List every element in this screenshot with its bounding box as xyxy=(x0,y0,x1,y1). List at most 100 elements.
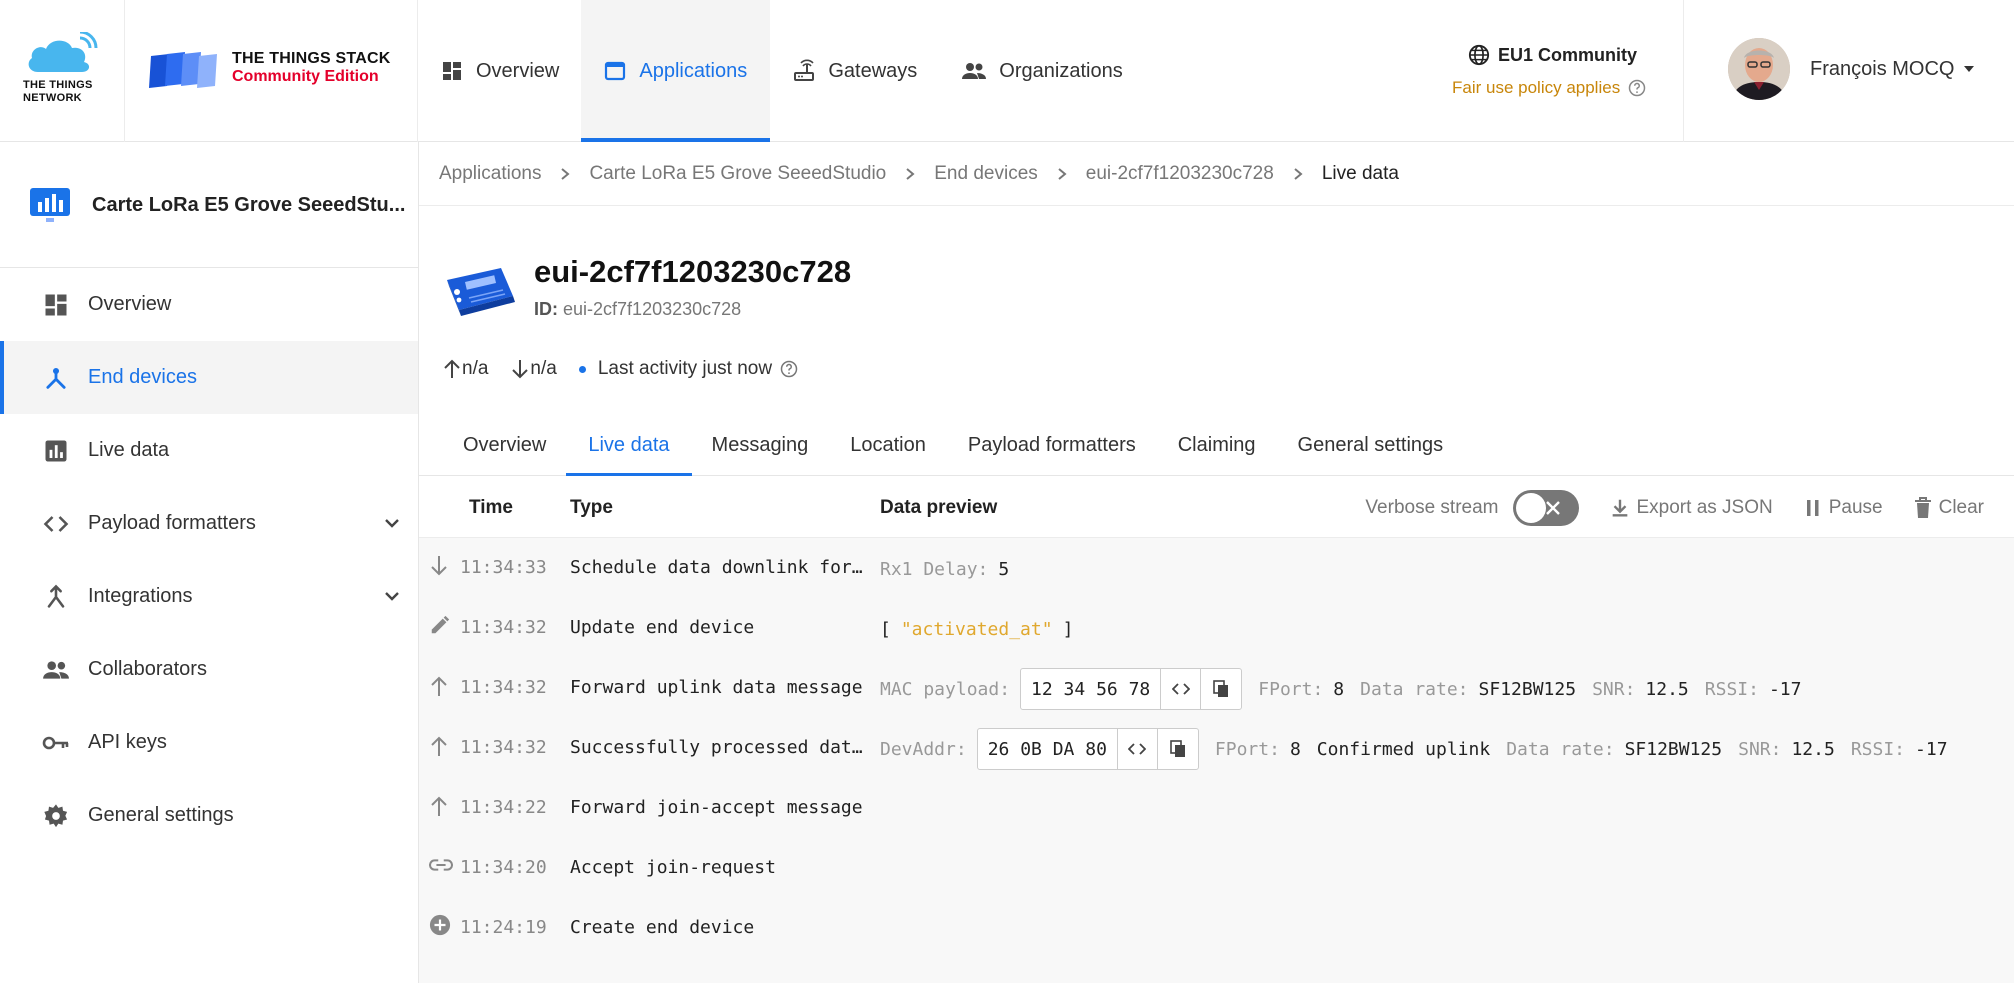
chevron-right-icon xyxy=(1292,167,1304,181)
event-preview: MAC payload: 12 34 56 78 FPort: 8 Data r… xyxy=(880,668,1817,710)
nav-gateways-label: Gateways xyxy=(828,59,918,82)
confirmed-uplink-label: Confirmed uplink xyxy=(1316,738,1491,760)
sidebar-item-live-data[interactable]: Live data xyxy=(0,414,418,487)
toggle-format-button[interactable] xyxy=(1161,669,1202,709)
live-data-controls: Verbose stream Export as JSON Pause Clea… xyxy=(1335,490,1984,526)
event-row[interactable]: 11:34:32 Forward uplink data message MAC… xyxy=(419,658,2014,718)
close-icon xyxy=(1545,501,1560,515)
arrow-down-icon xyxy=(431,556,447,576)
nav-overview[interactable]: Overview xyxy=(418,0,581,142)
tab-overview[interactable]: Overview xyxy=(463,414,546,476)
clear-button[interactable]: Clear xyxy=(1913,496,1984,520)
add-circle-icon xyxy=(429,914,451,936)
sidebar-item-integrations[interactable]: Integrations xyxy=(0,560,418,633)
nav-organizations[interactable]: Organizations xyxy=(939,0,1144,142)
sidebar-item-overview[interactable]: Overview xyxy=(0,268,418,341)
column-data-preview: Data preview xyxy=(880,497,998,518)
chevron-down-icon[interactable] xyxy=(380,584,404,608)
preview-label: Data rate: xyxy=(1506,738,1615,760)
sidebar-item-collaborators[interactable]: Collaborators xyxy=(0,633,418,706)
preview-value: SF12BW125 xyxy=(1624,738,1723,760)
verbose-stream-toggle[interactable] xyxy=(1512,490,1579,526)
ttn-logo[interactable]: THE THINGS NETWORK xyxy=(0,0,125,142)
tts-edition: Community Edition xyxy=(232,68,379,85)
event-preview: DevAddr: 26 0B DA 80 FPort: 8 Confirmed … xyxy=(880,728,1964,770)
preview-label: RSSI: xyxy=(1704,678,1759,700)
event-row[interactable]: 11:34:32 Successfully processed data mes… xyxy=(419,718,2014,778)
sidebar-item-general-settings[interactable]: General settings xyxy=(0,779,418,852)
code-icon xyxy=(1128,743,1147,755)
breadcrumb-end-devices[interactable]: End devices xyxy=(934,163,1038,185)
app-name: Carte LoRa E5 Grove SeeedStu... xyxy=(92,194,406,216)
preview-value: 12.5 xyxy=(1645,678,1689,700)
help-icon xyxy=(1628,79,1646,97)
tts-logo[interactable]: THE THINGS STACK Community Edition xyxy=(125,0,418,142)
tab-general-settings[interactable]: General settings xyxy=(1298,414,1444,476)
preview-value: -17 xyxy=(1915,738,1948,760)
copy-icon xyxy=(1213,680,1229,697)
preview-label: DevAddr: xyxy=(880,738,967,760)
verbose-stream-label: Verbose stream xyxy=(1365,497,1499,518)
event-time: 11:34:32 xyxy=(460,737,547,758)
application-icon xyxy=(30,188,70,222)
preview-label: RSSI: xyxy=(1850,738,1906,760)
overview-icon xyxy=(45,294,67,315)
event-row[interactable]: 11:34:20 Accept join-request xyxy=(419,838,2014,898)
tab-payload-formatters[interactable]: Payload formatters xyxy=(968,414,1136,476)
nav-applications[interactable]: Applications xyxy=(581,0,771,142)
pause-button[interactable]: Pause xyxy=(1803,497,1883,519)
export-json-button[interactable]: Export as JSON xyxy=(1609,497,1773,519)
pause-icon xyxy=(1806,500,1819,516)
copy-button[interactable] xyxy=(1158,729,1198,769)
collaborators-icon xyxy=(43,660,69,679)
column-time: Time xyxy=(469,497,514,518)
event-row[interactable]: 11:34:32 Update end device [ "activated_… xyxy=(419,598,2014,658)
device-id-value: eui-2cf7f1203230c728 xyxy=(563,299,742,319)
sidebar-item-api-keys[interactable]: API keys xyxy=(0,706,418,779)
breadcrumb-device[interactable]: eui-2cf7f1203230c728 xyxy=(1086,163,1274,185)
tab-location[interactable]: Location xyxy=(850,414,926,476)
last-activity: Last activity just now xyxy=(578,358,798,380)
nav-gateways[interactable]: Gateways xyxy=(770,0,939,142)
event-type: Schedule data downlink for transmission xyxy=(570,557,868,578)
pause-label: Pause xyxy=(1828,497,1883,518)
tab-messaging[interactable]: Messaging xyxy=(712,414,809,476)
copy-button[interactable] xyxy=(1201,669,1241,709)
applications-icon xyxy=(605,61,626,81)
event-row[interactable]: 11:34:33 Schedule data downlink for tran… xyxy=(419,538,2014,598)
chevron-right-icon xyxy=(559,167,571,181)
cloud-logo-icon xyxy=(28,32,98,72)
sidebar-item-end-devices[interactable]: End devices xyxy=(0,341,418,414)
breadcrumb-application[interactable]: Carte LoRa E5 Grove SeeedStudio xyxy=(589,163,886,185)
preview-bracket: [ xyxy=(880,618,891,640)
tab-live-data[interactable]: Live data xyxy=(566,414,692,477)
column-type: Type xyxy=(570,497,613,518)
chevron-right-icon xyxy=(1056,167,1068,181)
chevron-down-icon[interactable] xyxy=(380,511,404,535)
fair-use-link[interactable]: Fair use policy applies xyxy=(1452,78,1646,98)
event-type: Successfully processed data message xyxy=(570,737,868,758)
device-icon xyxy=(447,268,515,316)
event-time: 11:34:22 xyxy=(460,797,547,818)
breadcrumb-applications[interactable]: Applications xyxy=(439,163,541,185)
help-icon[interactable] xyxy=(780,360,798,378)
user-menu[interactable]: François MOCQ xyxy=(1684,0,2014,142)
event-row[interactable]: 11:24:19 Create end device xyxy=(419,898,2014,958)
preview-value: SF12BW125 xyxy=(1478,678,1577,700)
event-list: 11:34:33 Schedule data downlink for tran… xyxy=(419,538,2014,958)
event-time: 11:34:20 xyxy=(460,857,547,878)
last-activity-label: Last activity just now xyxy=(597,358,773,379)
cluster-name[interactable]: EU1 Community xyxy=(1468,44,1637,66)
event-row[interactable]: 11:34:22 Forward join-accept message xyxy=(419,778,2014,838)
event-preview: Rx1 Delay: 5 xyxy=(880,548,1025,590)
toggle-format-button[interactable] xyxy=(1118,729,1158,769)
organizations-icon xyxy=(962,63,987,79)
nav-overview-label: Overview xyxy=(476,59,560,82)
code-icon xyxy=(43,515,69,532)
user-photo-icon xyxy=(1728,38,1790,100)
breadcrumb-current: Live data xyxy=(1321,162,1399,184)
sidebar-item-payload-formatters[interactable]: Payload formatters xyxy=(0,487,418,560)
sidebar-item-label: Live data xyxy=(88,439,170,461)
tab-claiming[interactable]: Claiming xyxy=(1178,414,1256,476)
main-nav: Overview Applications Gateways Organizat… xyxy=(418,0,1145,142)
